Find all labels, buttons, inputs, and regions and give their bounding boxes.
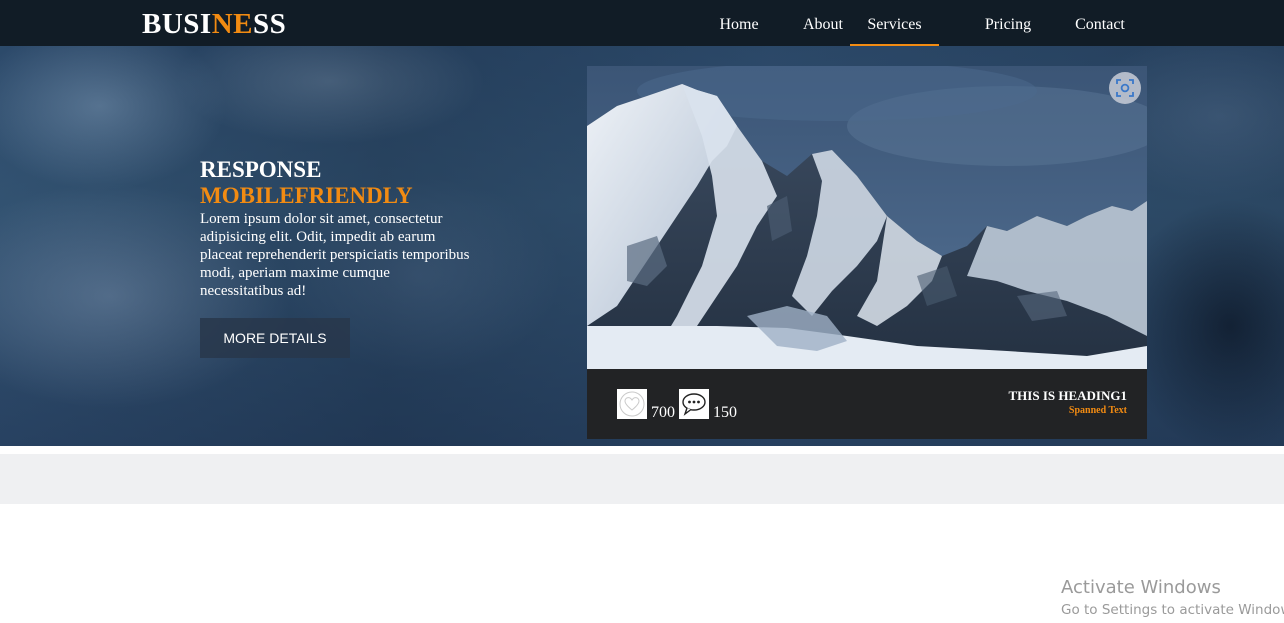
- nav-services-link[interactable]: Services: [850, 0, 939, 46]
- nav-pricing-link[interactable]: Pricing: [975, 0, 1041, 46]
- nav-home-link[interactable]: Home: [709, 0, 769, 46]
- comment-count: 150: [713, 404, 737, 421]
- visual-search-icon: [1116, 79, 1134, 97]
- like-button[interactable]: [617, 389, 647, 419]
- speech-bubble-icon: [682, 393, 706, 416]
- card-spanned-text: Spanned Text: [1068, 405, 1127, 416]
- nav-menu: Home About Services Pricing Contact: [0, 0, 1284, 46]
- card-heading: THIS IS HEADING1: [1008, 388, 1127, 403]
- hero-description: Lorem ipsum dolor sit amet, consectetur …: [200, 211, 470, 299]
- card-footer-bar: 700 150 THIS IS HEADING1 Spanned Text: [587, 369, 1147, 439]
- nav-about-link[interactable]: About: [792, 0, 854, 46]
- activation-watermark-subtitle: Go to Settings to activate Windows.: [1061, 602, 1284, 618]
- activation-watermark-title: Activate Windows: [1061, 577, 1221, 598]
- nav-contact-link[interactable]: Contact: [1065, 0, 1135, 46]
- top-navbar: BUSINESS Home About Services Pricing Con…: [0, 0, 1284, 46]
- more-details-button[interactable]: MORE DETAILS: [200, 318, 350, 358]
- heart-icon: [619, 391, 645, 417]
- content-band: [0, 454, 1284, 504]
- hero-subtitle: MOBILEFRIENDLY: [200, 183, 413, 208]
- featured-image-card: 700 150 THIS IS HEADING1 Spanned Text: [587, 66, 1147, 439]
- like-count: 700: [651, 404, 675, 421]
- visual-search-button[interactable]: [1109, 72, 1141, 104]
- hero-section: RESPONSE MOBILEFRIENDLY Lorem ipsum dolo…: [0, 46, 1284, 446]
- hero-title: RESPONSE: [200, 157, 322, 182]
- comment-button[interactable]: [679, 389, 709, 419]
